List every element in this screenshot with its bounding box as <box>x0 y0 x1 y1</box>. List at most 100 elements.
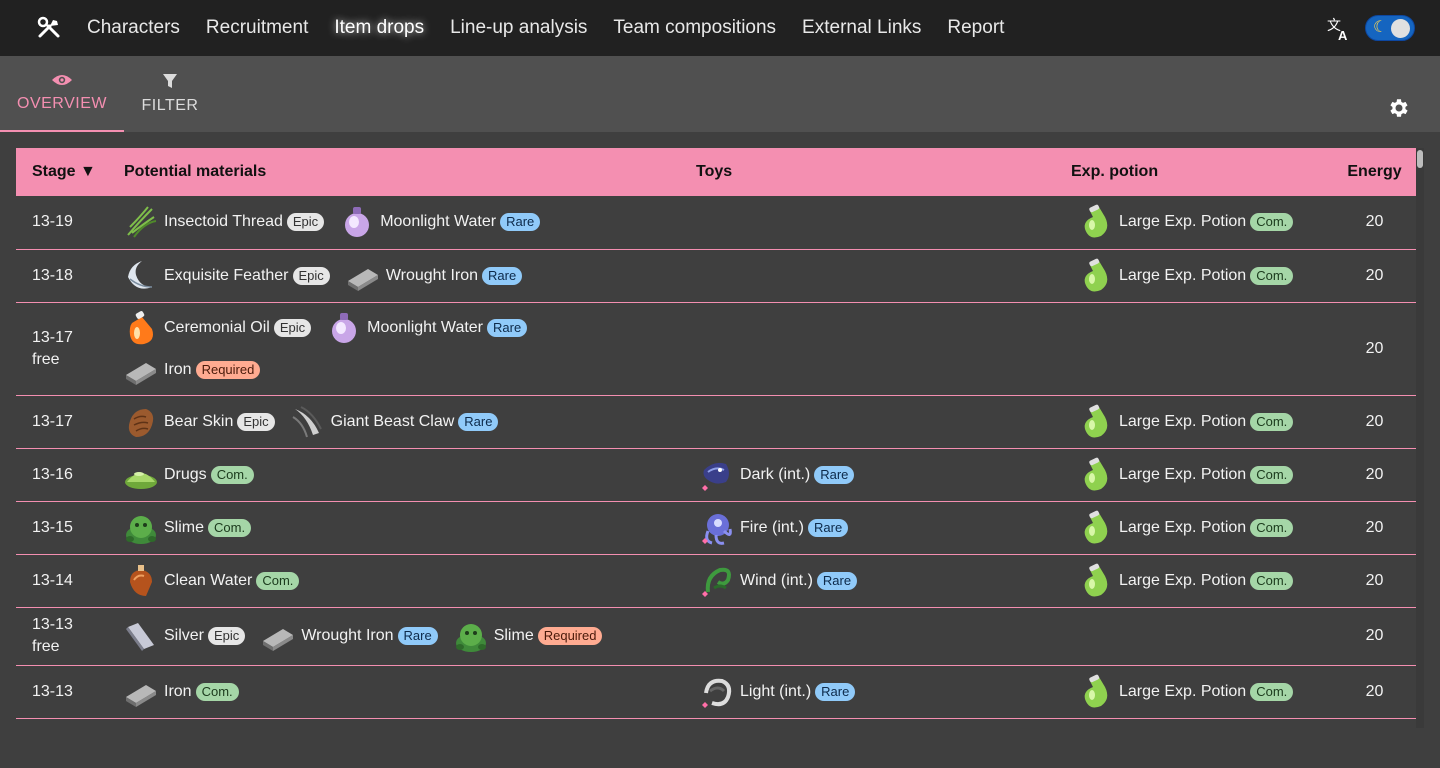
stage-cell: 13-19 <box>16 196 116 250</box>
item-entry[interactable]: Iron Required <box>122 350 261 390</box>
tab-filter[interactable]: FILTER <box>124 56 216 132</box>
item-entry[interactable]: Large Exp. Potion Com. <box>1077 455 1294 495</box>
table-header-row: Stage ▼ Potential materials Toys Exp. po… <box>16 148 1416 196</box>
item-entry[interactable]: Large Exp. Potion Com. <box>1077 561 1294 601</box>
iron-bar-icon <box>347 268 378 291</box>
item-entry[interactable]: Wind (int.) Rare <box>698 561 858 601</box>
stage-label: 13-15 <box>32 518 73 536</box>
item-entry[interactable]: Light (int.) Rare <box>698 672 856 712</box>
item-name: Large Exp. Potion <box>1119 412 1247 430</box>
table-row[interactable]: 13-17 free Ceremonial Oil Epic Moonlight… <box>16 302 1416 396</box>
item-name: Large Exp. Potion <box>1119 266 1247 284</box>
potion-icon <box>1084 563 1108 596</box>
energy-cell: 20 <box>1333 395 1416 449</box>
item-name: Bear Skin <box>164 412 234 430</box>
exp-potion-cell: Large Exp. Potion Com. <box>1063 196 1333 250</box>
table-row[interactable]: 13-18 Exquisite Feather Epic Wrought Iro… <box>16 249 1416 303</box>
item-entry[interactable]: Slime Com. <box>122 508 252 548</box>
stage-label: 13-16 <box>32 465 73 483</box>
materials-cell: Clean Water Com. <box>116 554 688 608</box>
item-entry[interactable]: Drugs Com. <box>122 455 254 495</box>
item-entry[interactable]: Exquisite Feather Epic <box>122 256 330 296</box>
item-entry[interactable]: Iron Com. <box>122 672 239 712</box>
item-name: Light (int.) <box>740 682 812 700</box>
vertical-scrollbar[interactable] <box>1416 148 1424 728</box>
nav-characters[interactable]: Characters <box>74 17 193 39</box>
item-entry[interactable]: Fire (int.) Rare <box>698 508 849 548</box>
table-row[interactable]: 13-16 Drugs Com. Dark (int.) Rare Large … <box>16 448 1416 502</box>
header-stage[interactable]: Stage ▼ <box>16 148 116 196</box>
item-entry[interactable]: Insectoid Thread Epic <box>122 202 325 242</box>
rarity-badge: Epic <box>292 266 330 285</box>
table-row[interactable]: 13-13 Iron Com. Light (int.) Rare Large … <box>16 665 1416 719</box>
skin-icon <box>128 408 154 437</box>
table-row[interactable]: 13-15 Slime Com. Fire (int.) Rare Large … <box>16 501 1416 555</box>
item-entry[interactable]: Bear Skin Epic <box>122 402 275 442</box>
stage-free-label: free <box>32 350 60 368</box>
stage-label: 13-18 <box>32 266 73 284</box>
item-entry[interactable]: Moonlight Water Rare <box>325 308 528 348</box>
item-entry[interactable]: Moonlight Water Rare <box>338 202 541 242</box>
rarity-badge: Rare <box>458 412 499 431</box>
dark-toy-icon <box>702 462 729 491</box>
moon-water-icon <box>345 207 370 238</box>
rarity-badge: Epic <box>208 627 246 645</box>
item-entry[interactable]: Large Exp. Potion Com. <box>1077 256 1294 296</box>
nav-recruitment[interactable]: Recruitment <box>193 17 321 39</box>
item-entry[interactable]: Large Exp. Potion Com. <box>1077 508 1294 548</box>
item-entry[interactable]: Silver Epic <box>122 616 246 656</box>
tab-filter-label: FILTER <box>141 97 199 114</box>
header-toys[interactable]: Toys <box>688 148 1063 196</box>
item-entry[interactable]: Dark (int.) Rare <box>698 455 855 495</box>
energy-cell: 20 <box>1333 448 1416 502</box>
rarity-badge: Required <box>537 627 603 645</box>
materials-cell: Drugs Com. <box>116 448 688 502</box>
nav-report[interactable]: Report <box>934 17 1017 39</box>
moon-water-icon <box>332 312 357 343</box>
item-name: Insectoid Thread <box>164 213 283 231</box>
dark-mode-toggle[interactable]: ☾ <box>1365 15 1415 41</box>
rarity-badge: Rare <box>500 213 541 232</box>
translate-icon[interactable]: 文 A <box>1326 15 1352 41</box>
table-row[interactable]: 13-14 Clean Water Com. Wind (int.) Rare … <box>16 554 1416 608</box>
iron-bar-icon <box>126 684 156 707</box>
rarity-badge: Rare <box>808 518 849 537</box>
item-entry[interactable]: Wrought Iron Rare <box>344 256 523 296</box>
header-energy[interactable]: Energy <box>1333 148 1416 196</box>
energy-cell: 20 <box>1333 302 1416 396</box>
iron-bar-icon <box>263 629 294 651</box>
tools-icon[interactable] <box>36 16 62 40</box>
nav-external-links[interactable]: External Links <box>789 17 934 39</box>
rarity-badge: Com. <box>1250 266 1294 285</box>
materials-cell: Bear Skin Epic Giant Beast Claw Rare <box>116 395 688 449</box>
nav-team-compositions[interactable]: Team compositions <box>600 17 789 39</box>
table-row[interactable]: 13-17 Bear Skin Epic Giant Beast Claw Ra… <box>16 395 1416 449</box>
toys-cell: Fire (int.) Rare <box>688 501 1063 555</box>
energy-value: 20 <box>1365 339 1384 357</box>
gear-icon[interactable] <box>1387 96 1411 120</box>
rarity-badge: Rare <box>814 465 855 484</box>
table-row[interactable]: 13-13 free Silver Epic Wrought Iron Rare… <box>16 607 1416 666</box>
item-entry[interactable]: Wrought Iron Rare <box>259 616 438 656</box>
table-row[interactable]: 13-19 Insectoid Thread Epic Moonlight Wa… <box>16 196 1416 250</box>
energy-cell: 20 <box>1333 665 1416 719</box>
item-entry[interactable]: Clean Water Com. <box>122 561 300 601</box>
item-entry[interactable]: Slime Required <box>452 616 603 656</box>
header-exp-potion[interactable]: Exp. potion <box>1063 148 1333 196</box>
stage-cell: 13-17 <box>16 395 116 449</box>
item-entry[interactable]: Large Exp. Potion Com. <box>1077 202 1294 242</box>
item-entry[interactable]: Giant Beast Claw Rare <box>289 402 499 442</box>
tab-overview[interactable]: OVERVIEW <box>0 56 124 132</box>
main-nav: Characters Recruitment Item drops Line-u… <box>74 0 1017 56</box>
item-drops-table: Stage ▼ Potential materials Toys Exp. po… <box>16 148 1416 728</box>
nav-line-up-analysis[interactable]: Line-up analysis <box>437 17 600 39</box>
oil-icon <box>129 310 153 344</box>
item-entry[interactable]: Large Exp. Potion Com. <box>1077 672 1294 712</box>
stage-cell: 13-17 free <box>16 302 116 396</box>
scrollbar-thumb[interactable] <box>1417 150 1423 168</box>
header-materials[interactable]: Potential materials <box>116 148 688 196</box>
item-entry[interactable]: Ceremonial Oil Epic <box>122 308 312 348</box>
item-entry[interactable]: Large Exp. Potion Com. <box>1077 402 1294 442</box>
stage-label: 13-17 <box>32 412 73 430</box>
nav-item-drops[interactable]: Item drops <box>321 17 437 39</box>
